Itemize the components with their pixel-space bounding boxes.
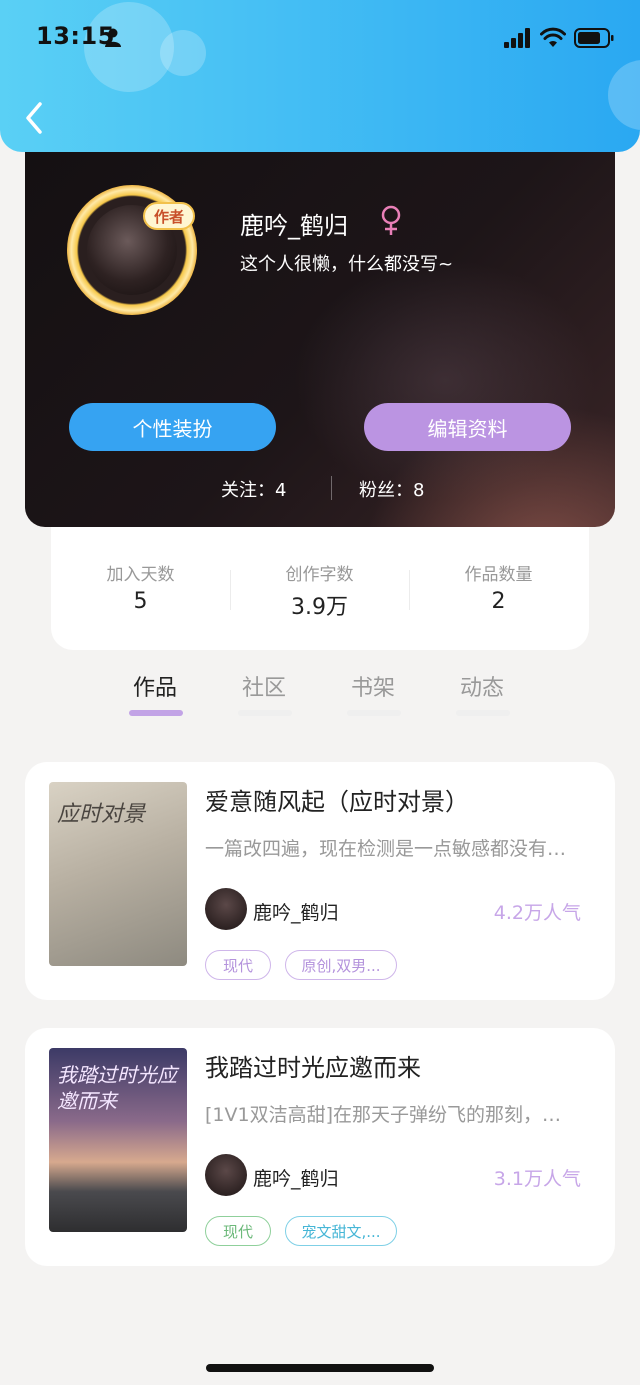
tab-bookshelf[interactable]: 书架	[323, 670, 423, 702]
author-avatar	[205, 888, 247, 930]
divider	[331, 476, 332, 500]
person-icon	[105, 28, 121, 47]
tab-active-indicator	[129, 710, 183, 716]
dressup-button[interactable]: 个性装扮	[69, 403, 276, 451]
cover-title: 应时对景	[57, 802, 146, 827]
tab-indicator	[456, 710, 510, 716]
stat-word-count: 创作字数 3.9万	[230, 560, 409, 621]
fans-count[interactable]: 粉丝：8	[359, 476, 424, 502]
stat-label: 作品数量	[464, 565, 533, 585]
book-cover[interactable]: 应时对景	[49, 782, 187, 966]
stat-join-days: 加入天数 5	[51, 560, 230, 614]
tag[interactable]: 现代	[205, 1216, 271, 1246]
profile-username: 鹿吟_鹤归	[240, 212, 348, 240]
tab-indicator	[347, 710, 401, 716]
popularity: 4.2万人气	[493, 902, 581, 924]
book-cover[interactable]: 我踏过时光应邀而来	[49, 1048, 187, 1232]
popularity: 3.1万人气	[493, 1168, 581, 1190]
profile-bio: 这个人很懒，什么都没写~	[240, 254, 454, 275]
tab-indicator	[238, 710, 292, 716]
work-description: [1V1双洁高甜]在那天子弹纷飞的那刻，…	[205, 1104, 562, 1126]
work-title[interactable]: 爱意随风起（应时对景）	[205, 782, 469, 817]
author-name: 鹿吟_鹤归	[253, 1168, 339, 1190]
wifi-icon	[540, 27, 566, 47]
decor-bubble	[160, 30, 206, 76]
author-name: 鹿吟_鹤归	[253, 902, 339, 924]
author-badge: 作者	[143, 202, 195, 230]
stat-label: 加入天数	[106, 565, 175, 585]
back-icon[interactable]	[20, 96, 52, 140]
signal-icon	[504, 28, 530, 48]
battery-icon	[574, 28, 614, 48]
decor-bubble	[608, 60, 640, 130]
tab-works[interactable]: 作品	[105, 670, 205, 702]
stat-value: 3.9万	[291, 595, 348, 620]
cover-title: 我踏过时光应邀而来	[57, 1063, 177, 1113]
tag[interactable]: 原创,双男...	[285, 950, 397, 980]
tab-community[interactable]: 社区	[214, 670, 314, 702]
tab-activity[interactable]: 动态	[432, 670, 532, 702]
female-gender-icon	[381, 205, 401, 235]
work-description: 一篇改四遍，现在检测是一点敏感都没有…	[205, 838, 567, 860]
top-header: 13:15	[0, 0, 640, 152]
following-count[interactable]: 关注：4	[221, 476, 286, 502]
tag[interactable]: 宠文甜文,...	[285, 1216, 397, 1246]
work-title[interactable]: 我踏过时光应邀而来	[205, 1048, 421, 1083]
stats-card: 加入天数 5 创作字数 3.9万 作品数量 2	[51, 520, 589, 650]
stat-work-count: 作品数量 2	[409, 560, 588, 614]
author-avatar	[205, 1154, 247, 1196]
tag[interactable]: 现代	[205, 950, 271, 980]
work-card[interactable]: 应时对景 爱意随风起（应时对景） 一篇改四遍，现在检测是一点敏感都没有… 鹿吟_…	[25, 762, 615, 1000]
home-indicator[interactable]	[206, 1364, 434, 1372]
profile-card: 作者 鹿吟_鹤归 这个人很懒，什么都没写~ 个性装扮 编辑资料 关注：4 粉丝：…	[25, 140, 615, 527]
edit-profile-button[interactable]: 编辑资料	[364, 403, 571, 451]
stat-label: 创作字数	[285, 565, 354, 585]
work-card[interactable]: 我踏过时光应邀而来 我踏过时光应邀而来 [1V1双洁高甜]在那天子弹纷飞的那刻，…	[25, 1028, 615, 1266]
stat-value: 5	[133, 589, 148, 614]
stat-value: 2	[491, 589, 506, 614]
